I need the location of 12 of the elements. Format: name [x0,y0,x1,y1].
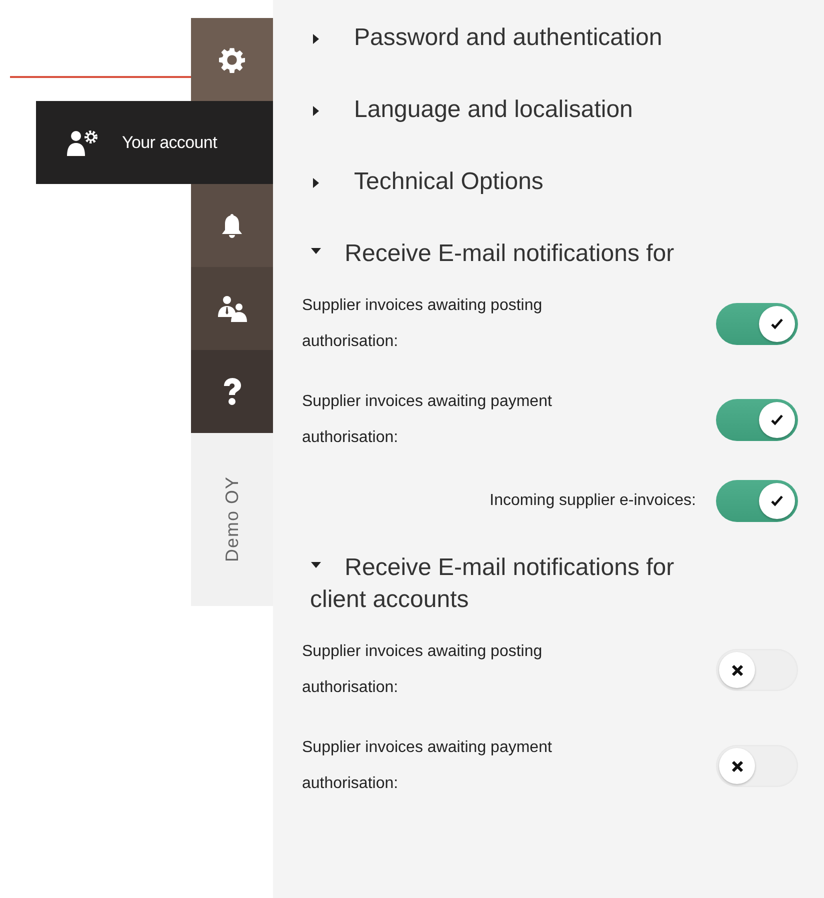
company-name: Demo OY [222,476,242,563]
section-header[interactable]: Password and authentication [302,16,662,88]
section-header[interactable]: Technical Options [302,160,544,232]
setting-label: Incoming supplier e-invoices: [490,491,696,511]
setting-label: Supplier invoices awaiting posting authorisation: [302,642,544,698]
account-menu-item[interactable]: Your account [36,101,273,184]
setting-label: Supplier invoices awaiting payment authorisation: [302,738,553,794]
section-header[interactable]: Receive E-mail notifications for [302,232,674,288]
section-header[interactable]: Receive E-mail notifications for client accounts [302,546,722,634]
section-header[interactable]: Language and localisation [302,88,633,160]
setting-label: Supplier invoices awaiting payment authorisation: [302,392,553,448]
setting-label: Supplier invoices awaiting posting authorisation: [302,296,544,352]
